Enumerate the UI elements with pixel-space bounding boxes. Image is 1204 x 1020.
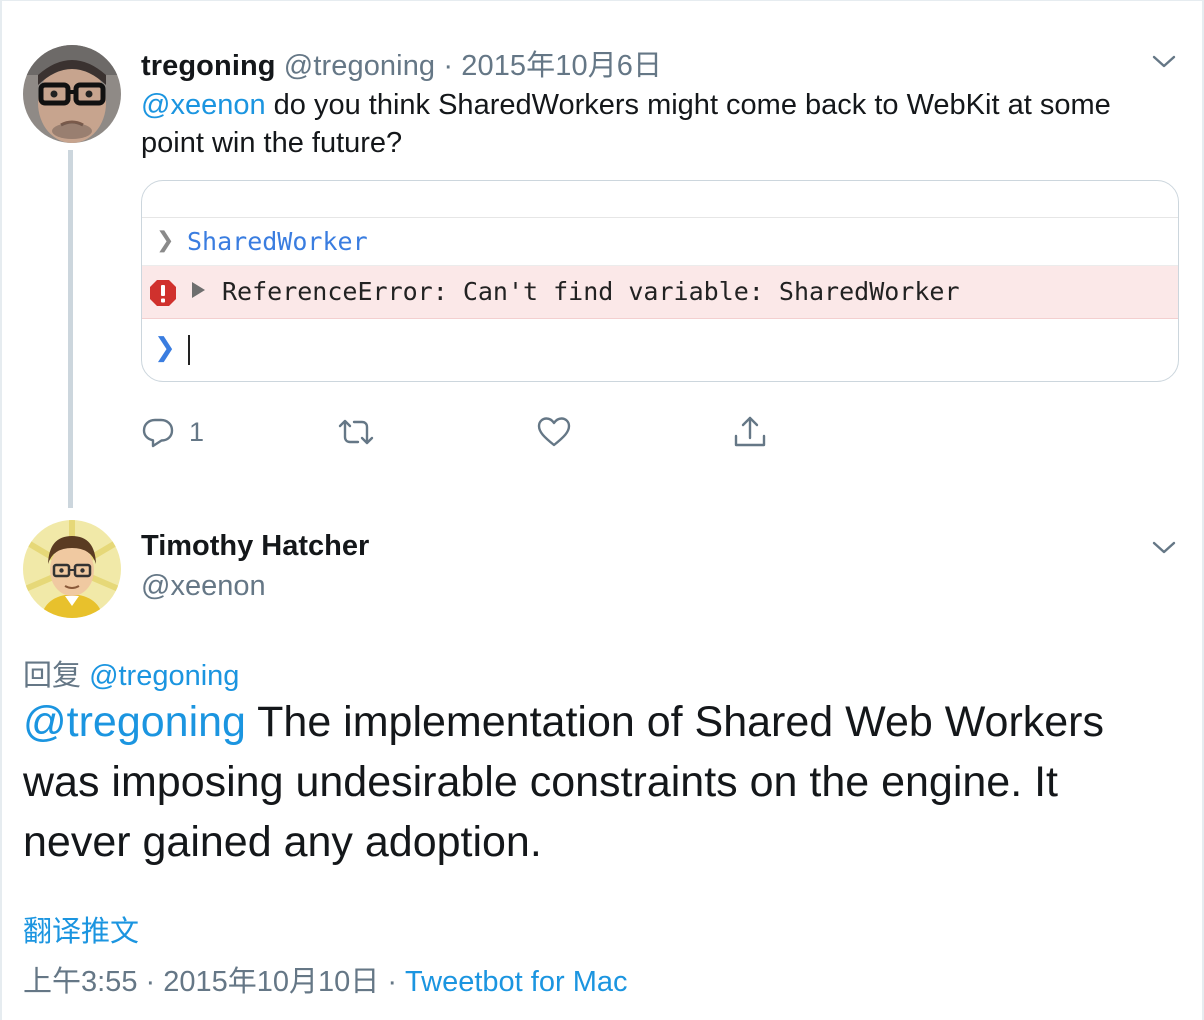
parent-separator: · (435, 50, 462, 82)
top-divider (0, 0, 1204, 1)
share-button[interactable] (732, 410, 768, 454)
timestamp-separator: · (379, 966, 406, 998)
parent-handle[interactable]: @tregoning (284, 50, 435, 82)
tweet-time[interactable]: 上午3:55 (23, 966, 137, 998)
main-tweet-text: @tregoning The implementation of Shared … (23, 692, 1173, 872)
text-cursor (188, 335, 190, 365)
avatar-tregoning[interactable] (23, 45, 121, 143)
prompt-chevron-icon: ❯ (154, 333, 176, 363)
parent-date[interactable]: 2015年10月6日 (461, 50, 662, 82)
parent-tweet-text: @xeenon do you think SharedWorkers might… (141, 86, 1181, 162)
console-screenshot-card[interactable]: ❯ SharedWorker ReferenceError: Can't fin… (141, 180, 1179, 382)
parent-display-name[interactable]: tregoning (141, 50, 276, 82)
console-input-row: ❯ SharedWorker (142, 218, 1178, 266)
thread-connector-line (68, 150, 73, 508)
console-prompt-row: ❯ (142, 319, 1178, 379)
translate-tweet-link[interactable]: 翻译推文 (23, 908, 139, 950)
heart-icon (537, 417, 571, 447)
prompt-chevron-icon: ❯ (156, 228, 175, 253)
reply-icon (142, 418, 174, 448)
retweet-icon (338, 419, 374, 445)
main-mention-link[interactable]: @tregoning (23, 698, 246, 746)
parent-mention-link[interactable]: @xeenon (141, 89, 266, 121)
main-handle[interactable]: @xeenon (141, 570, 266, 603)
main-display-name[interactable]: Timothy Hatcher (141, 530, 369, 563)
disclosure-triangle-icon (192, 282, 205, 298)
reply-button[interactable]: 1 (141, 410, 204, 454)
avatar-xeenon[interactable] (23, 520, 121, 618)
chevron-down-icon[interactable] (1150, 538, 1178, 558)
console-error-row: ReferenceError: Can't find variable: Sha… (142, 266, 1178, 319)
parent-tweet-header: tregoning @tregoning · 2015年10月6日 (141, 42, 662, 84)
chevron-down-icon[interactable] (1150, 52, 1178, 72)
replying-to-link[interactable]: @tregoning (89, 660, 239, 692)
retweet-button[interactable] (336, 410, 376, 454)
timestamp-separator: · (137, 966, 164, 998)
reply-count: 1 (189, 416, 205, 447)
error-icon (150, 280, 176, 306)
console-error-text: ReferenceError: Can't find variable: Sha… (222, 277, 960, 306)
tweet-source-link[interactable]: Tweetbot for Mac (405, 966, 627, 998)
replying-to-line: 回复 @tregoning (23, 652, 239, 694)
replying-prefix: 回复 (23, 660, 90, 692)
tweet-timestamp: 上午3:55 · 2015年10月10日 · Tweetbot for Mac (23, 958, 627, 1000)
parent-tweet-body: do you think SharedWorkers might come ba… (141, 89, 1111, 159)
console-input-text: SharedWorker (187, 227, 368, 256)
share-icon (734, 416, 766, 447)
left-border (0, 0, 2, 1020)
like-button[interactable] (536, 410, 572, 454)
tweet-date[interactable]: 2015年10月10日 (163, 966, 379, 998)
